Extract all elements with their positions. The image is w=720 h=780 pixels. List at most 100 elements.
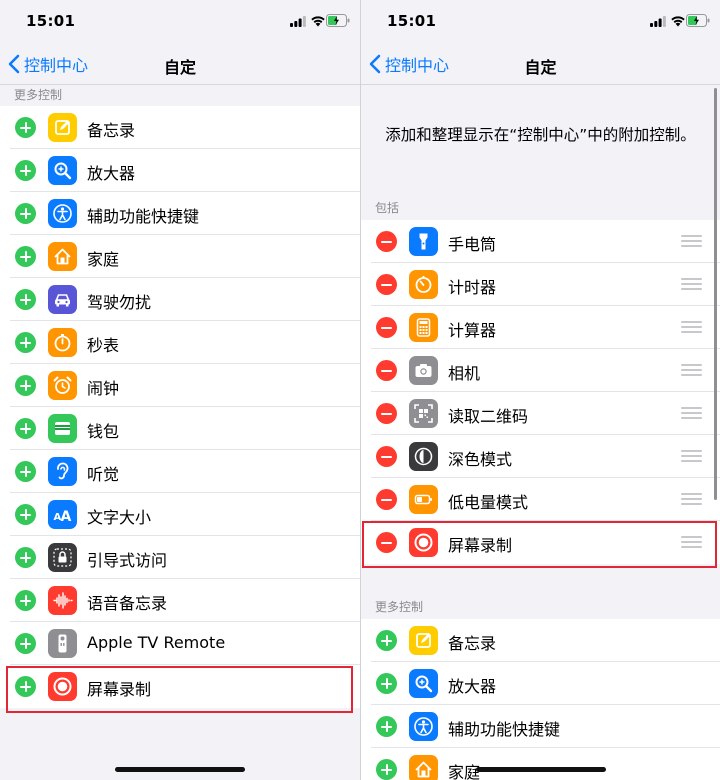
add-button[interactable] (376, 759, 397, 780)
control-row[interactable]: Apple TV Remote (0, 622, 360, 665)
more-controls-list: 备忘录 放大器 辅助功能快捷键 家庭 驾驶勿扰 秒表 闹钟 钱包 听觉 A A 文字大小 引导式访问 语音… (0, 106, 360, 708)
control-row[interactable]: 备忘录 (0, 106, 360, 149)
control-row[interactable]: 闹钟 (0, 364, 360, 407)
reorder-handle-icon[interactable] (681, 493, 702, 505)
reorder-handle-icon[interactable] (681, 364, 702, 376)
wifi-icon (311, 16, 325, 27)
add-button[interactable] (15, 547, 36, 568)
control-label: 相机 (448, 364, 481, 383)
control-label: 引导式访问 (87, 551, 168, 570)
control-row[interactable]: 秒表 (0, 321, 360, 364)
magnifier-icon (409, 669, 438, 698)
control-row[interactable]: 读取二维码 (361, 392, 720, 435)
nav-bar: 控制中心 自定 (0, 44, 360, 85)
notes-icon (409, 626, 438, 655)
add-button[interactable] (15, 375, 36, 396)
add-button[interactable] (15, 504, 36, 525)
right-screen: 15:01 控制中心 自定 添加和整理显示在“控制中心”中的附加控制。 包括 手… (361, 0, 720, 780)
control-label: 备忘录 (87, 121, 136, 140)
control-row[interactable]: 语音备忘录 (0, 579, 360, 622)
reorder-handle-icon[interactable] (681, 321, 702, 333)
control-row[interactable]: 计算器 (361, 306, 720, 349)
control-label: 低电量模式 (448, 493, 529, 512)
control-row[interactable]: 计时器 (361, 263, 720, 306)
control-label: 辅助功能快捷键 (87, 207, 200, 226)
accessibility-icon (409, 712, 438, 741)
control-row[interactable]: 低电量模式 (361, 478, 720, 521)
wifi-icon (671, 16, 685, 27)
control-label: 放大器 (448, 677, 497, 696)
remove-button[interactable] (376, 446, 397, 467)
remove-button[interactable] (376, 360, 397, 381)
accessibility-icon (48, 199, 77, 228)
home-icon (409, 755, 438, 780)
add-button[interactable] (15, 461, 36, 482)
control-label: 计算器 (448, 321, 497, 340)
remove-button[interactable] (376, 274, 397, 295)
scrollbar[interactable] (714, 88, 717, 500)
add-button[interactable] (376, 716, 397, 737)
remove-button[interactable] (376, 489, 397, 510)
control-label: 听觉 (87, 465, 120, 484)
control-label: 深色模式 (448, 450, 513, 469)
control-row[interactable]: 放大器 (0, 149, 360, 192)
control-row[interactable]: 钱包 (0, 407, 360, 450)
control-label: 文字大小 (87, 508, 152, 527)
control-row[interactable]: A A 文字大小 (0, 493, 360, 536)
notes-icon (48, 113, 77, 142)
add-button[interactable] (15, 203, 36, 224)
more-controls-list: 备忘录放大器辅助功能快捷键家庭 (361, 619, 720, 780)
control-row[interactable]: 引导式访问 (0, 536, 360, 579)
add-button[interactable] (15, 418, 36, 439)
include-header: 包括 (375, 201, 400, 215)
remove-button[interactable] (376, 317, 397, 338)
calculator-icon (409, 313, 438, 342)
add-button[interactable] (376, 673, 397, 694)
control-row[interactable]: 放大器 (361, 662, 720, 705)
svg-text:A: A (61, 509, 72, 525)
control-label: 闹钟 (87, 379, 120, 398)
control-label: 辅助功能快捷键 (448, 720, 561, 739)
dark-mode-icon (409, 442, 438, 471)
status-bar: 15:01 (0, 0, 360, 44)
control-row[interactable]: 家庭 (361, 748, 720, 780)
add-button[interactable] (15, 246, 36, 267)
reorder-handle-icon[interactable] (681, 407, 702, 419)
status-time: 15:01 (26, 12, 76, 30)
add-button[interactable] (15, 117, 36, 138)
description-text: 添加和整理显示在“控制中心”中的附加控制。 (385, 126, 696, 144)
remove-button[interactable] (376, 403, 397, 424)
car-icon (48, 285, 77, 314)
qr-code-icon (409, 399, 438, 428)
add-button[interactable] (376, 630, 397, 651)
camera-icon (409, 356, 438, 385)
reorder-handle-icon[interactable] (681, 450, 702, 462)
highlight-box (362, 521, 717, 568)
battery-charging-icon (686, 14, 710, 27)
nav-bar: 控制中心 自定 (361, 44, 720, 85)
control-row[interactable]: 驾驶勿扰 (0, 278, 360, 321)
add-button[interactable] (15, 332, 36, 353)
add-button[interactable] (15, 289, 36, 310)
control-label: 语音备忘录 (87, 594, 168, 613)
control-label: 备忘录 (448, 634, 497, 653)
page-title: 自定 (524, 58, 557, 77)
control-row[interactable]: 相机 (361, 349, 720, 392)
control-row[interactable]: 手电筒 (361, 220, 720, 263)
reorder-handle-icon[interactable] (681, 278, 702, 290)
reorder-handle-icon[interactable] (681, 235, 702, 247)
control-row[interactable]: 备忘录 (361, 619, 720, 662)
timer-icon (409, 270, 438, 299)
control-row[interactable]: 深色模式 (361, 435, 720, 478)
control-row[interactable]: 听觉 (0, 450, 360, 493)
home-indicator (115, 767, 245, 772)
control-row[interactable]: 辅助功能快捷键 (0, 192, 360, 235)
home-icon (48, 242, 77, 271)
control-row[interactable]: 家庭 (0, 235, 360, 278)
control-row[interactable]: 辅助功能快捷键 (361, 705, 720, 748)
remove-button[interactable] (376, 231, 397, 252)
left-screen: 15:01 控制中心 自定 更多控制 备忘录 放大器 辅助功能快捷键 家庭 驾驶勿扰 秒表… (0, 0, 360, 780)
add-button[interactable] (15, 160, 36, 181)
add-button[interactable] (15, 633, 36, 654)
add-button[interactable] (15, 590, 36, 611)
